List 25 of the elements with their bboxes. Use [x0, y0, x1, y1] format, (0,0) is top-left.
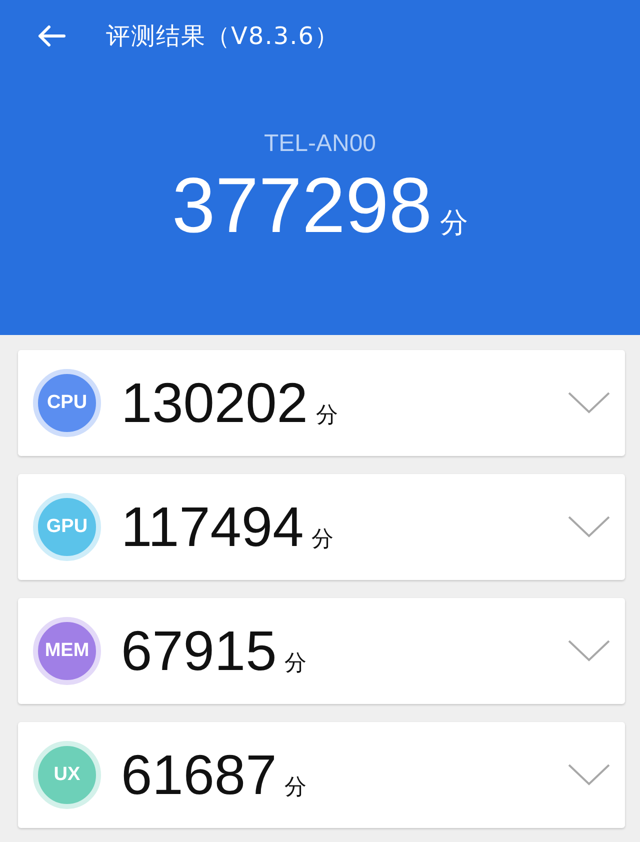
category-score: 130202 — [121, 375, 308, 431]
chevron-down-icon[interactable] — [568, 391, 610, 415]
device-name: TEL-AN00 — [264, 130, 376, 158]
chevron-down-icon[interactable] — [568, 763, 610, 787]
category-score: 61687 — [121, 747, 277, 803]
score-card[interactable]: GPU 117494 分 — [18, 474, 625, 580]
score-unit: 分 — [284, 650, 307, 678]
chevron-down-icon[interactable] — [568, 515, 610, 539]
score-unit: 分 — [316, 402, 338, 430]
category-badge: CPU — [33, 369, 101, 437]
score-unit: 分 — [284, 774, 307, 802]
category-badge: MEM — [33, 617, 101, 685]
score-card[interactable]: CPU 130202 分 — [18, 350, 625, 456]
category-badge: UX — [33, 741, 101, 809]
total-score: 377298 — [172, 166, 432, 244]
back-arrow-icon — [36, 24, 66, 48]
chevron-down-icon[interactable] — [568, 639, 610, 663]
score-unit: 分 — [312, 526, 334, 554]
category-score: 67915 — [121, 623, 277, 679]
score-card[interactable]: MEM 67915 分 — [18, 598, 625, 704]
category-score: 117494 — [121, 499, 304, 555]
score-unit: 分 — [440, 205, 468, 241]
screen-title: 评测结果（V8.3.6） — [106, 21, 340, 52]
score-card[interactable]: UX 61687 分 — [18, 722, 625, 828]
category-badge: GPU — [33, 493, 101, 561]
